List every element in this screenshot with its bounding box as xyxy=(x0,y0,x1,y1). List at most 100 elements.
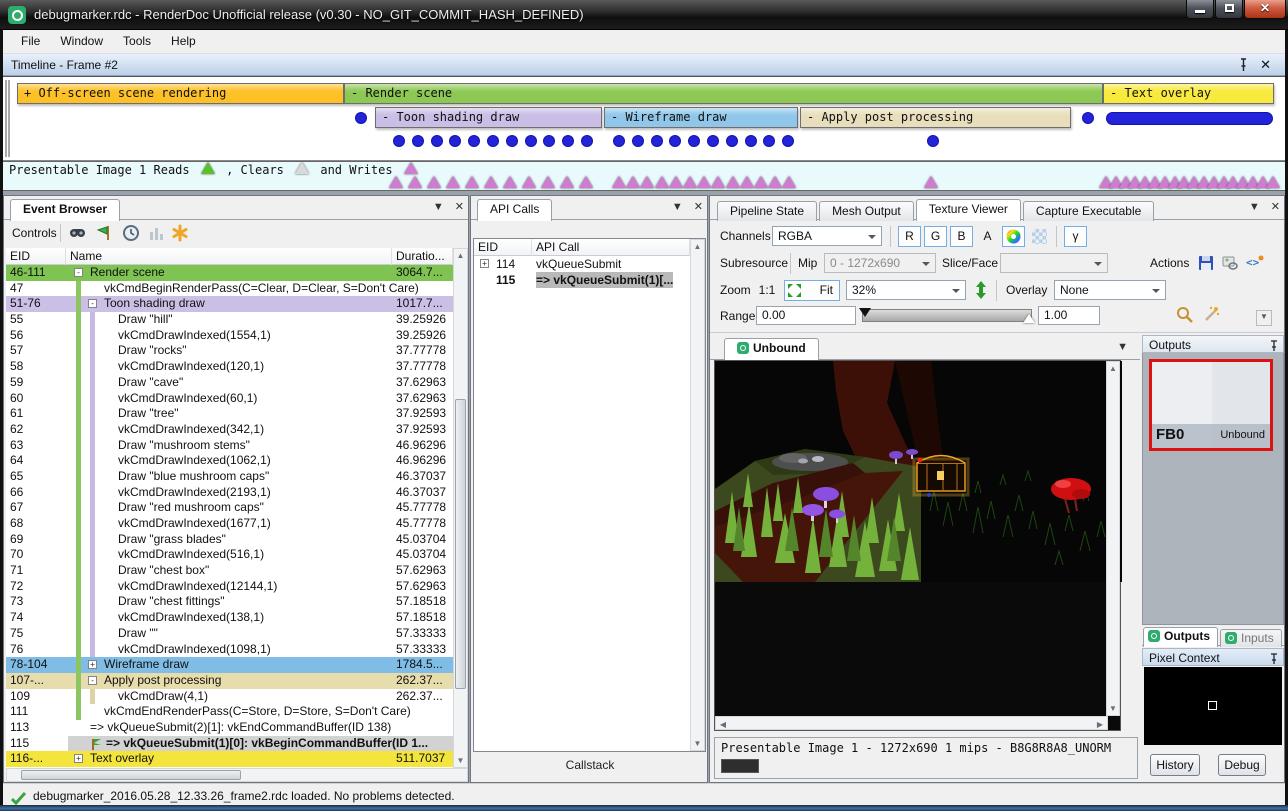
event-row[interactable]: 69Draw "grass blades"45.03704 xyxy=(6,532,453,548)
time-stats-icon[interactable] xyxy=(147,224,165,242)
maximize-button[interactable] xyxy=(1215,0,1243,19)
event-dot[interactable] xyxy=(632,135,644,147)
save-texture-icon[interactable] xyxy=(1198,255,1216,273)
event-dot[interactable] xyxy=(355,112,367,124)
event-row[interactable]: 72vkCmdDrawIndexed(12144,1)57.62963 xyxy=(6,579,453,595)
event-dot[interactable] xyxy=(525,135,537,147)
write-marker[interactable] xyxy=(408,176,422,188)
write-marker[interactable] xyxy=(782,176,796,188)
event-dot[interactable] xyxy=(707,135,719,147)
event-dot[interactable] xyxy=(412,135,424,147)
expander-plus[interactable]: + xyxy=(88,660,97,669)
event-row[interactable]: 61Draw "tree"37.92593 xyxy=(6,406,453,422)
api-call-row[interactable]: 115=> vkQueueSubmit(1)[... xyxy=(474,272,689,288)
scroll-up-icon[interactable]: ▲ xyxy=(454,251,467,260)
event-dot[interactable] xyxy=(726,135,738,147)
expander-minus[interactable]: - xyxy=(74,268,83,277)
alpha-checkerboard-button[interactable] xyxy=(1028,226,1051,247)
tab-api-calls[interactable]: API Calls xyxy=(477,199,552,221)
event-columns-header[interactable]: EID Name Duratio... xyxy=(6,248,453,265)
zoom-combo[interactable]: 32% xyxy=(846,280,966,300)
event-dot[interactable] xyxy=(487,135,499,147)
chevron-down-icon[interactable]: ▼ xyxy=(1117,341,1128,353)
write-marker[interactable] xyxy=(924,176,938,188)
pin-icon[interactable] xyxy=(1269,652,1279,664)
event-row[interactable]: 62vkCmdDrawIndexed(342,1)37.92593 xyxy=(6,422,453,438)
event-row[interactable]: 70vkCmdDrawIndexed(516,1)45.03704 xyxy=(6,547,453,563)
column-api-call[interactable]: API Call xyxy=(532,239,690,256)
event-dot[interactable] xyxy=(1082,112,1094,124)
viewport-hscrollbar[interactable]: ◀ ▶ xyxy=(715,716,1108,730)
event-dot[interactable] xyxy=(562,135,574,147)
event-row[interactable]: 75Draw ""57.33333 xyxy=(6,626,453,642)
scroll-down-icon[interactable]: ▼ xyxy=(454,756,467,765)
timeline-bar-render-scene[interactable]: - Render scene xyxy=(344,83,1103,104)
zoom-1to1-button[interactable]: 1:1 xyxy=(754,280,780,301)
scrollbar-thumb[interactable] xyxy=(455,399,466,689)
custom-shader-code-icon[interactable]: <> xyxy=(1246,254,1264,272)
texture-viewport[interactable]: ▲ ▼ ◀ ▶ xyxy=(714,360,1121,731)
event-dot[interactable] xyxy=(763,135,775,147)
scrollbar-thumb[interactable] xyxy=(21,770,241,780)
write-marker[interactable] xyxy=(697,176,711,188)
event-dot[interactable] xyxy=(651,135,663,147)
timeline-bar-off-screen-scene-rendering[interactable]: + Off-screen scene rendering xyxy=(17,83,344,104)
scroll-up-icon[interactable]: ▲ xyxy=(691,242,704,251)
expander-plus[interactable]: + xyxy=(480,259,489,268)
event-capsule[interactable] xyxy=(1106,112,1273,125)
write-marker[interactable] xyxy=(655,176,669,188)
write-marker[interactable] xyxy=(683,176,697,188)
range-min-field[interactable]: 0.00 xyxy=(756,306,856,325)
event-browser-vscrollbar[interactable]: ▲ ▼ xyxy=(453,248,468,768)
title-bar[interactable]: debugmarker.rdc - RenderDoc Unofficial r… xyxy=(0,0,1288,30)
overlay-combo[interactable]: None xyxy=(1054,280,1166,300)
timeline-panel-header[interactable]: Timeline - Frame #2 ✕ xyxy=(3,54,1285,76)
write-marker[interactable] xyxy=(484,176,498,188)
event-dot[interactable] xyxy=(782,135,794,147)
event-dot[interactable] xyxy=(613,135,625,147)
timeline-bar-toon-shading-draw[interactable]: - Toon shading draw xyxy=(375,107,602,128)
tab-texture-viewer[interactable]: Texture Viewer xyxy=(916,199,1021,221)
event-dot[interactable] xyxy=(927,135,939,147)
tab-pipeline-state[interactable]: Pipeline State xyxy=(717,201,817,221)
write-marker[interactable] xyxy=(640,176,654,188)
event-row[interactable]: 74vkCmdDrawIndexed(138,1)57.18518 xyxy=(6,610,453,626)
event-row[interactable]: 47vkCmdBeginRenderPass(C=Clear, D=Clear,… xyxy=(6,281,453,297)
event-dot[interactable] xyxy=(393,135,405,147)
green-channel-button[interactable]: G xyxy=(924,226,947,247)
write-marker[interactable] xyxy=(669,176,683,188)
event-dot[interactable] xyxy=(449,135,461,147)
tab-mesh-output[interactable]: Mesh Output xyxy=(819,201,914,221)
write-marker[interactable] xyxy=(1266,176,1280,188)
blue-channel-button[interactable]: B xyxy=(950,226,973,247)
timeline-grip[interactable] xyxy=(5,80,10,157)
channels-combo[interactable]: RGBA xyxy=(772,226,882,246)
write-marker[interactable] xyxy=(541,176,555,188)
event-row[interactable]: 63Draw "mushroom stems"46.96296 xyxy=(6,438,453,454)
event-row[interactable]: 58vkCmdDrawIndexed(120,1)37.77778 xyxy=(6,359,453,375)
api-calls-vscrollbar[interactable]: ▲ ▼ xyxy=(690,239,705,751)
range-black-marker[interactable] xyxy=(859,308,871,317)
viewport-vscrollbar[interactable]: ▲ ▼ xyxy=(1106,361,1120,716)
event-dot[interactable] xyxy=(468,135,480,147)
write-marker[interactable] xyxy=(446,176,460,188)
expander-minus[interactable]: - xyxy=(88,676,97,685)
asterisk-star-icon[interactable] xyxy=(171,224,189,242)
find-event-icon[interactable] xyxy=(68,224,86,242)
write-marker[interactable] xyxy=(726,176,740,188)
scroll-left-icon[interactable]: ◀ xyxy=(718,720,728,729)
event-row[interactable]: 59Draw "cave"37.62963 xyxy=(6,375,453,391)
write-marker[interactable] xyxy=(427,176,441,188)
event-dot[interactable] xyxy=(669,135,681,147)
expander-minus[interactable]: - xyxy=(88,299,97,308)
write-marker[interactable] xyxy=(389,176,403,188)
event-row[interactable]: 73Draw "chest fittings"57.18518 xyxy=(6,594,453,610)
write-marker[interactable] xyxy=(754,176,768,188)
write-marker[interactable] xyxy=(711,176,725,188)
alpha-channel-button[interactable]: A xyxy=(976,226,999,247)
range-slider[interactable] xyxy=(862,309,1032,322)
column-eid[interactable]: EID xyxy=(474,239,532,256)
write-marker[interactable] xyxy=(522,176,536,188)
slice-face-combo[interactable] xyxy=(1000,253,1108,273)
write-marker[interactable] xyxy=(626,176,640,188)
